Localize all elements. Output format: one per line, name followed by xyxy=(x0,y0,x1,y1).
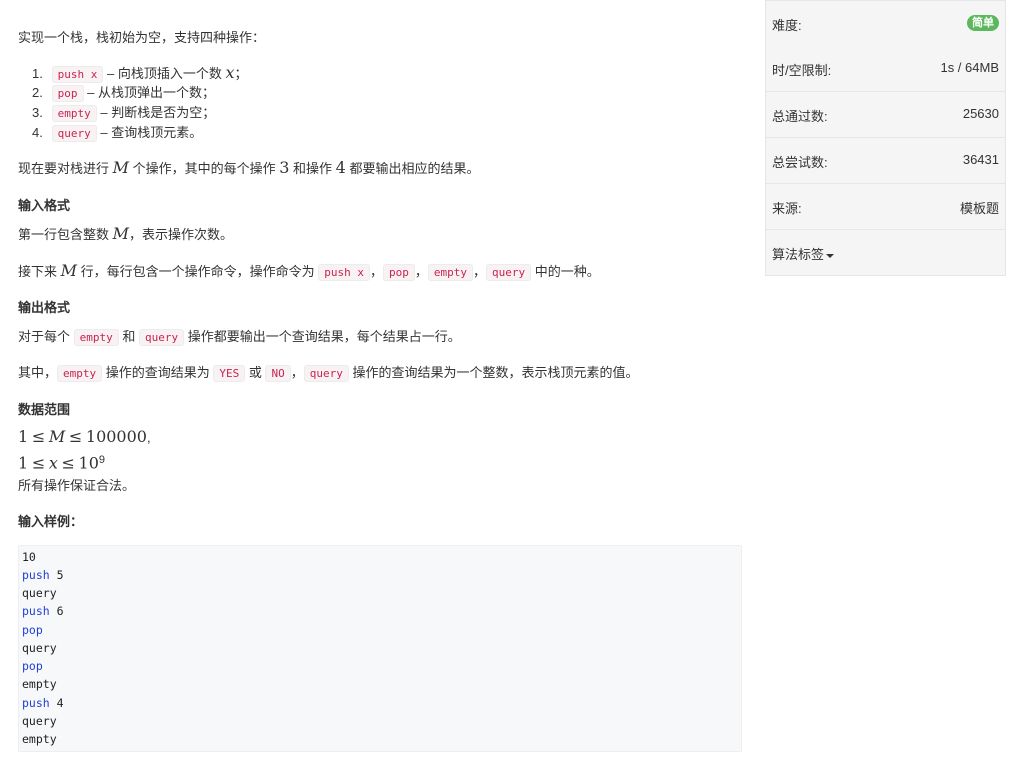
code-line: 10 xyxy=(22,550,36,564)
passed-label: 总通过数: xyxy=(772,109,828,124)
output-line-2: 其中， empty 操作的查询结果为 YES 或 NO， query 操作的查询结果… xyxy=(18,365,639,382)
math-var: x xyxy=(225,63,235,82)
range-line-1: 1 ≤ M ≤ 100000, xyxy=(18,427,151,446)
inline-code: empty xyxy=(73,329,119,346)
inline-code: pop xyxy=(51,85,84,102)
input-line-1: 第一行包含整数 M，表示操作次数。 xyxy=(18,224,234,243)
list-item: 2. pop – 从栈顶弹出一个数； xyxy=(32,85,215,102)
list-item: 4. query – 查询栈顶元素。 xyxy=(32,125,203,142)
limit-label: 时/空限制: xyxy=(772,63,832,78)
tried-row: 总尝试数: 36431 xyxy=(765,138,1006,184)
code-line: query xyxy=(22,714,57,728)
output-line-1: 对于每个 empty 和 query 操作都要输出一个查询结果，每个结果占一行。 xyxy=(18,329,461,346)
inline-code: query xyxy=(303,365,349,382)
inline-code: push x xyxy=(51,66,104,83)
range-line-2: 1 ≤ x ≤ 109 xyxy=(18,453,106,473)
inline-code: YES xyxy=(213,365,246,382)
code-line: pop xyxy=(22,659,43,673)
tried-value: 36431 xyxy=(962,152,999,167)
inline-code: empty xyxy=(51,105,97,122)
difficulty-badge: 简单 xyxy=(967,15,999,31)
code-line: query xyxy=(22,586,57,600)
code-line: push 6 xyxy=(22,604,64,618)
algorithm-tags-toggle[interactable]: 算法标签 xyxy=(772,244,835,263)
code-line: push 5 xyxy=(22,568,64,582)
inline-code: empty xyxy=(57,365,103,382)
list-item: 3. empty – 判断栈是否为空； xyxy=(32,105,216,122)
code-line: pop xyxy=(22,623,43,637)
inline-code: empty xyxy=(427,264,474,281)
output-format-heading: 输出格式 xyxy=(18,300,71,315)
input-line-2: 接下来 M 行，每行包含一个操作命令，操作命令为 push x， pop， empt… xyxy=(18,261,600,281)
inline-code: query xyxy=(138,329,185,346)
ops-paragraph: 现在要对栈进行 M 个操作，其中的每个操作 3 和操作 4 都要输出相应的结果。 xyxy=(18,158,480,177)
sample-input-code-block[interactable]: 10 push 5 query push 6 pop query pop emp… xyxy=(18,545,742,752)
inline-code: NO xyxy=(265,365,291,382)
tried-label: 总尝试数: xyxy=(772,155,828,170)
limit-value: 1s / 64MB xyxy=(940,60,999,75)
intro-text: 实现一个栈，栈初始为空，支持四种操作： xyxy=(18,30,266,45)
source-value[interactable]: 模板题 xyxy=(960,198,999,217)
inline-code: query xyxy=(51,125,97,142)
range-heading: 数据范围 xyxy=(18,402,71,417)
code-line: empty xyxy=(22,677,57,691)
passed-value: 25630 xyxy=(962,106,999,121)
inline-code: pop xyxy=(383,264,415,281)
caret-down-icon xyxy=(826,253,835,258)
passed-row: 总通过数: 25630 xyxy=(765,92,1006,138)
operations-list: 1. push x – 向栈顶插入一个数 x； 2. pop – 从栈顶弹出一个… xyxy=(32,63,248,143)
difficulty-label: 难度: xyxy=(772,18,802,33)
code-line: push 4 xyxy=(22,696,64,710)
sample-heading: 输入样例： xyxy=(18,514,84,529)
code-line: empty xyxy=(22,732,57,746)
code-line: query xyxy=(22,641,57,655)
input-format-heading: 输入格式 xyxy=(18,198,71,213)
tags-row[interactable]: 算法标签 xyxy=(765,230,1006,276)
source-label: 来源: xyxy=(772,201,802,216)
list-item: 1. push x – 向栈顶插入一个数 x； xyxy=(32,63,248,83)
inline-code: query xyxy=(486,264,532,281)
inline-code: push x xyxy=(318,264,370,281)
limit-row: 时/空限制: 1s / 64MB xyxy=(765,46,1006,92)
source-row: 来源: 模板题 xyxy=(765,184,1006,230)
difficulty-row: 难度: 简单 xyxy=(765,0,1006,47)
range-note: 所有操作保证合法。 xyxy=(18,478,136,493)
